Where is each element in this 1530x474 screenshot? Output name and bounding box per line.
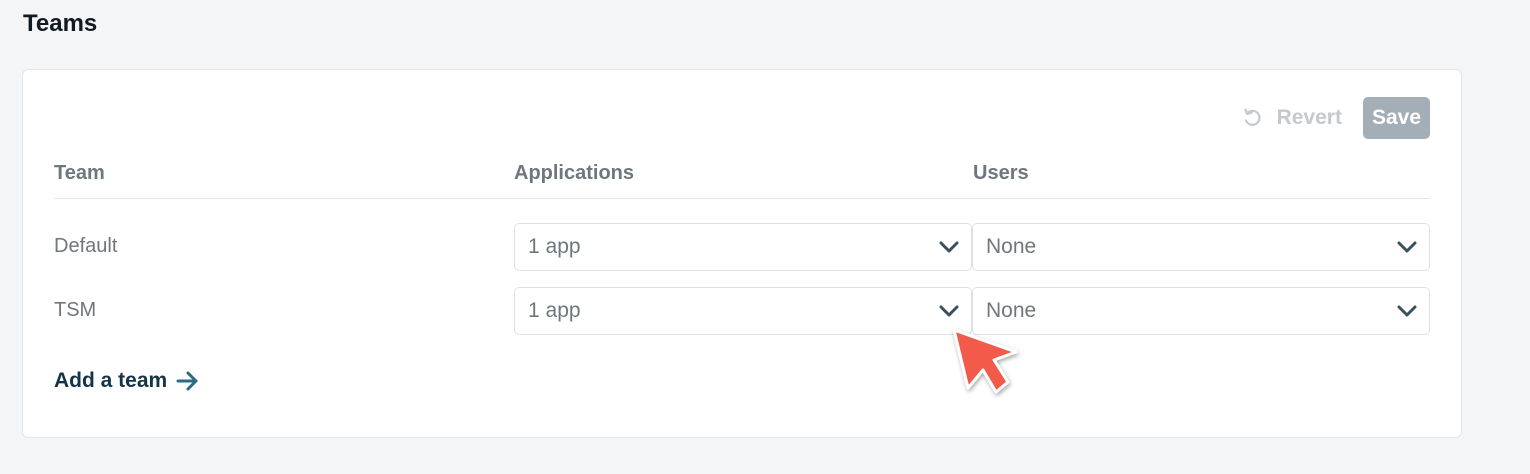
arrow-right-icon [176, 371, 198, 391]
chevron-down-icon [939, 241, 959, 253]
table-header: Team Applications Users [54, 162, 1430, 199]
revert-icon [1243, 108, 1261, 126]
select-value: None [986, 299, 1037, 322]
revert-button[interactable]: Revert [1242, 106, 1342, 130]
page-title: Teams [23, 10, 98, 37]
users-select[interactable]: None [972, 287, 1430, 335]
column-header-team: Team [54, 162, 105, 184]
select-value: 1 app [528, 235, 581, 258]
save-button[interactable]: Save [1362, 97, 1430, 139]
select-value: None [986, 235, 1037, 258]
chevron-down-icon [939, 305, 959, 317]
mouse-cursor-icon [952, 328, 1018, 394]
table-row: TSM 1 app None [54, 287, 1430, 335]
column-header-applications: Applications [514, 162, 635, 184]
toolbar: Revert Save [1242, 97, 1430, 139]
users-select[interactable]: None [972, 223, 1430, 271]
teams-card: Revert Save Team Applications Users Defa… [22, 69, 1462, 438]
team-name: TSM [54, 299, 97, 321]
add-team-link[interactable]: Add a team [54, 369, 200, 393]
column-header-users: Users [973, 162, 1029, 184]
add-team-label: Add a team [54, 369, 168, 392]
team-name: Default [54, 235, 118, 257]
select-value: 1 app [528, 299, 581, 322]
applications-select[interactable]: 1 app [514, 287, 972, 335]
applications-select[interactable]: 1 app [514, 223, 972, 271]
chevron-down-icon [1397, 305, 1417, 317]
revert-label: Revert [1276, 106, 1342, 129]
table-row: Default 1 app None [54, 223, 1430, 271]
chevron-down-icon [1397, 241, 1417, 253]
